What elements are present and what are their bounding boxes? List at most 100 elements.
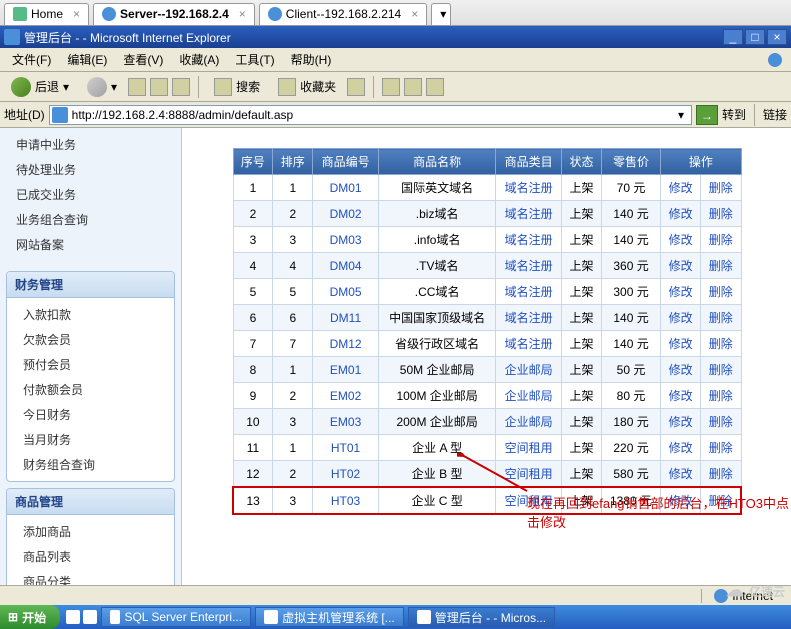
product-code-link[interactable]: DM04 <box>313 253 379 279</box>
maximize-button[interactable]: □ <box>745 29 765 45</box>
sidebar-item[interactable]: 财务组合查询 <box>7 452 174 477</box>
edit-link[interactable]: 修改 <box>661 201 701 227</box>
go-button[interactable]: → <box>696 105 718 125</box>
category-link[interactable]: 域名注册 <box>496 201 562 227</box>
sidebar-item[interactable]: 待处理业务 <box>0 157 181 182</box>
menu-file[interactable]: 文件(F) <box>4 49 59 70</box>
sidebar-item[interactable]: 入款扣款 <box>7 302 174 327</box>
edit-link[interactable]: 修改 <box>661 435 701 461</box>
close-button[interactable]: × <box>767 29 787 45</box>
sidebar-item[interactable]: 欠款会员 <box>7 327 174 352</box>
menu-edit[interactable]: 编辑(E) <box>59 49 115 70</box>
menu-favorites[interactable]: 收藏(A) <box>171 49 227 70</box>
edit-link[interactable]: 修改 <box>661 253 701 279</box>
sidebar-item[interactable]: 已成交业务 <box>0 182 181 207</box>
delete-link[interactable]: 删除 <box>701 201 741 227</box>
edit-link[interactable]: 修改 <box>661 383 701 409</box>
sidebar-item[interactable]: 当月财务 <box>7 427 174 452</box>
delete-link[interactable]: 删除 <box>701 331 741 357</box>
minimize-button[interactable]: _ <box>723 29 743 45</box>
product-code-link[interactable]: DM03 <box>313 227 379 253</box>
quick-launch-icon[interactable] <box>66 610 80 624</box>
category-link[interactable]: 域名注册 <box>496 305 562 331</box>
edit-link[interactable]: 修改 <box>661 357 701 383</box>
task-item[interactable]: 虚拟主机管理系统 [... <box>255 607 404 627</box>
category-link[interactable]: 域名注册 <box>496 253 562 279</box>
close-icon[interactable]: × <box>411 7 418 21</box>
print-icon[interactable] <box>404 78 422 96</box>
edit-link[interactable]: 修改 <box>661 461 701 488</box>
address-dropdown[interactable]: ▾ <box>673 108 689 122</box>
category-link[interactable]: 企业邮局 <box>496 357 562 383</box>
delete-link[interactable]: 删除 <box>701 253 741 279</box>
menu-view[interactable]: 查看(V) <box>115 49 171 70</box>
sidebar-item[interactable]: 业务组合查询 <box>0 207 181 232</box>
tab-home[interactable]: Home× <box>4 3 89 25</box>
delete-link[interactable]: 删除 <box>701 461 741 488</box>
search-button[interactable]: 搜索 <box>207 75 267 99</box>
edit-link[interactable]: 修改 <box>661 409 701 435</box>
home-icon[interactable] <box>172 78 190 96</box>
close-icon[interactable]: × <box>73 7 80 21</box>
sidebar-item[interactable]: 添加商品 <box>7 519 174 544</box>
delete-link[interactable]: 删除 <box>701 305 741 331</box>
category-link[interactable]: 域名注册 <box>496 227 562 253</box>
address-input[interactable] <box>72 108 673 122</box>
sidebar-item[interactable]: 申请中业务 <box>0 132 181 157</box>
product-code-link[interactable]: DM12 <box>313 331 379 357</box>
delete-link[interactable]: 删除 <box>701 409 741 435</box>
menu-tools[interactable]: 工具(T) <box>227 49 282 70</box>
category-link[interactable]: 域名注册 <box>496 279 562 305</box>
edit-link[interactable]: 修改 <box>661 331 701 357</box>
tab-add[interactable]: ▾ <box>431 3 451 25</box>
delete-link[interactable]: 删除 <box>701 435 741 461</box>
back-button[interactable]: 后退 ▾ <box>4 74 76 100</box>
delete-link[interactable]: 删除 <box>701 227 741 253</box>
product-code-link[interactable]: DM05 <box>313 279 379 305</box>
sidebar-item[interactable]: 预付会员 <box>7 352 174 377</box>
history-icon[interactable] <box>347 78 365 96</box>
product-code-link[interactable]: EM03 <box>313 409 379 435</box>
edit-link[interactable]: 修改 <box>661 305 701 331</box>
close-icon[interactable]: × <box>239 7 246 21</box>
sidebar-group-header[interactable]: 财务管理 <box>7 272 174 298</box>
start-button[interactable]: ⊞开始 <box>0 605 60 629</box>
menu-help[interactable]: 帮助(H) <box>283 49 340 70</box>
product-code-link[interactable]: EM01 <box>313 357 379 383</box>
delete-link[interactable]: 删除 <box>701 383 741 409</box>
delete-link[interactable]: 删除 <box>701 279 741 305</box>
category-link[interactable]: 域名注册 <box>496 331 562 357</box>
refresh-icon[interactable] <box>150 78 168 96</box>
sidebar-item[interactable]: 今日财务 <box>7 402 174 427</box>
links-label[interactable]: 链接 <box>763 106 787 123</box>
stop-icon[interactable] <box>128 78 146 96</box>
tab-server[interactable]: Server--192.168.2.4× <box>93 3 255 25</box>
delete-link[interactable]: 删除 <box>701 175 741 201</box>
category-link[interactable]: 企业邮局 <box>496 409 562 435</box>
edit-link[interactable]: 修改 <box>661 175 701 201</box>
quick-launch-icon[interactable] <box>83 610 97 624</box>
edit-link[interactable]: 修改 <box>661 227 701 253</box>
forward-button[interactable]: ▾ <box>80 74 124 100</box>
product-code-link[interactable]: HT03 <box>313 487 379 514</box>
product-code-link[interactable]: HT02 <box>313 461 379 488</box>
category-link[interactable]: 域名注册 <box>496 175 562 201</box>
product-code-link[interactable]: DM11 <box>313 305 379 331</box>
task-item[interactable]: SQL Server Enterpri... <box>101 607 251 627</box>
product-code-link[interactable]: DM01 <box>313 175 379 201</box>
edit-link[interactable]: 修改 <box>661 279 701 305</box>
sidebar-group-header[interactable]: 商品管理 <box>7 489 174 515</box>
sidebar-item[interactable]: 付款额会员 <box>7 377 174 402</box>
product-code-link[interactable]: HT01 <box>313 435 379 461</box>
tab-client[interactable]: Client--192.168.2.214× <box>259 3 427 25</box>
sidebar-item[interactable]: 网站备案 <box>0 232 181 257</box>
sidebar-item[interactable]: 商品列表 <box>7 544 174 569</box>
address-input-wrap[interactable]: ▾ <box>49 105 692 125</box>
task-item[interactable]: 管理后台 - - Micros... <box>408 607 555 627</box>
product-code-link[interactable]: DM02 <box>313 201 379 227</box>
category-link[interactable]: 企业邮局 <box>496 383 562 409</box>
delete-link[interactable]: 删除 <box>701 357 741 383</box>
product-code-link[interactable]: EM02 <box>313 383 379 409</box>
edit-icon[interactable] <box>426 78 444 96</box>
favorites-button[interactable]: 收藏夹 <box>271 75 343 99</box>
